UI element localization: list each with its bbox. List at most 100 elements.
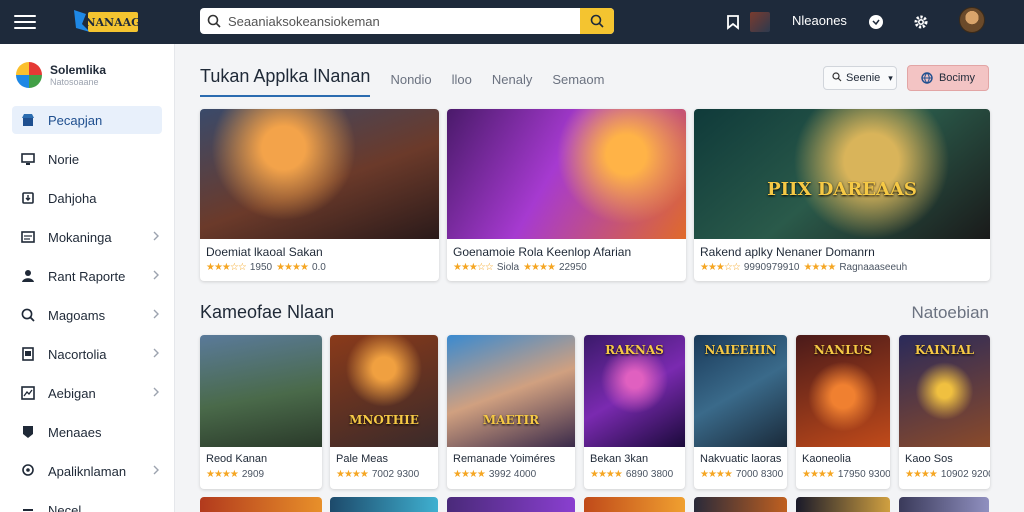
user-name[interactable]: Nleaones (792, 13, 847, 28)
chevron-right-icon (152, 386, 162, 400)
app-card[interactable]: RAKNAS Bekan 3kan ★★★★ 6890 3800 (584, 335, 685, 489)
brand-subtitle: Natosoaane (50, 77, 99, 87)
next-row-card[interactable] (796, 497, 890, 512)
card-meta-left: 1950 (249, 262, 273, 273)
card-title: Kaoo Sos (905, 453, 953, 465)
gear-icon[interactable] (910, 11, 932, 33)
list-icon (20, 229, 36, 245)
chevron-right-icon (152, 269, 162, 283)
sidebar-item-11[interactable]: Necel (12, 496, 162, 512)
next-row-card[interactable] (694, 497, 787, 512)
primary-action-button[interactable]: Bocimy (907, 65, 989, 91)
thumbnail-title: MAETIR (482, 413, 540, 427)
sidebar-item-5[interactable]: Rant Raporte (12, 262, 162, 290)
thumbnail-title: NANLUS (813, 343, 873, 357)
tab-4[interactable]: Nenaly (492, 72, 532, 97)
featured-card[interactable]: Goenamoie Rola Keenlop Afarian ★★★☆☆ Siola… (447, 109, 686, 281)
sidebar-item-1[interactable]: Pecapjan (12, 106, 162, 134)
featured-row: Doemiat lkaoal Sakan ★★★☆☆ 1950 ★★★★ 0.0 Goen… (200, 109, 990, 281)
app-thumbnail: NAIEEHIN (694, 335, 787, 447)
card-title: Bekan 3kan (590, 453, 649, 465)
download-icon (20, 190, 36, 206)
tab-3[interactable]: lloo (452, 72, 472, 97)
search-button[interactable] (580, 8, 614, 34)
tab-bar: Tukan Applka lNanan Nondio lloo Nenaly Semao… (200, 66, 604, 97)
person-icon (20, 268, 36, 284)
thumbnail-title: NAIEEHIN (704, 343, 777, 357)
sidebar-item-7[interactable]: Nacortolia (12, 340, 162, 368)
rating-stars-icon: ★★★★ (276, 262, 309, 273)
app-card[interactable]: KAINIAL Kaoo Sos ★★★★ 10902 9200 (899, 335, 990, 489)
card-meta-value: 10902 9200 (940, 469, 990, 480)
chat-icon[interactable] (865, 11, 887, 33)
app-thumbnail: KAINIAL (899, 335, 990, 447)
section-see-all-link[interactable]: Natoebian (911, 303, 989, 323)
section-title: Kameofae Nlaan (200, 302, 335, 322)
sidebar-item-label: Aebigan (48, 385, 96, 401)
bookmark-icon[interactable] (722, 11, 744, 33)
featured-thumbnail (200, 109, 439, 239)
next-row-card[interactable] (200, 497, 322, 512)
tab-1[interactable]: Tukan Applka lNanan (200, 66, 371, 97)
next-row-card[interactable] (899, 497, 989, 512)
card-meta: ★★★★ 10902 9200 (905, 469, 990, 480)
sidebar-item-3[interactable]: Dahjoha (12, 184, 162, 212)
card-title: Rakend aplky Nenaner Domanrn (700, 245, 875, 259)
sidebar-item-label: Pecapjan (48, 112, 103, 128)
app-card[interactable]: MAETIR Remanade Yoiméres ★★★★ 3992 4000 (447, 335, 575, 489)
card-meta: ★★★☆☆ Siola ★★★★ 22950 (453, 262, 587, 273)
app-card[interactable]: MNOTHIE Pale Meas ★★★★ 7002 9300 (330, 335, 438, 489)
primary-button-label: Bocimy (938, 72, 976, 84)
featured-thumbnail (447, 109, 686, 239)
card-meta-right: 22950 (558, 262, 587, 273)
sidebar-item-10[interactable]: Apaliknlaman (12, 457, 162, 485)
sidebar-item-label: Apaliknlaman (48, 463, 127, 479)
featured-card[interactable]: PIIX DAREAAS Rakend aplky Nenaner Domanrn… (694, 109, 990, 281)
menu-icon[interactable] (14, 11, 36, 33)
sidebar-item-label: Magoams (48, 307, 106, 323)
sidebar-item-label: Rant Raporte (48, 268, 126, 284)
tab-5[interactable]: Semaom (552, 72, 604, 97)
app-logo[interactable]: NANAAG (72, 6, 140, 36)
sidebar-item-8[interactable]: Aebigan (12, 379, 162, 407)
tab-2[interactable]: Nondio (390, 72, 431, 97)
sidebar-item-label: Dahjoha (48, 190, 97, 206)
avatar[interactable] (959, 7, 985, 33)
next-row-card[interactable] (447, 497, 575, 512)
search-input[interactable] (228, 13, 580, 29)
app-thumbnail: NANLUS (796, 335, 890, 447)
rating-stars-icon: ★★★★ (523, 262, 556, 273)
thumbnail-title: PIIX DAREAAS (767, 179, 917, 200)
app-thumbnail (200, 335, 322, 447)
card-meta: ★★★☆☆ 9990979910 ★★★★ Ragnaaaseeuh (700, 262, 907, 273)
sidebar-item-label: Mokaninga (48, 229, 112, 245)
card-title: Nakvuatic laoras (700, 453, 782, 465)
next-row-card[interactable] (584, 497, 685, 512)
card-meta: ★★★☆☆ 1950 ★★★★ 0.0 (206, 262, 326, 273)
card-meta: ★★★★ 7000 8300 (700, 469, 783, 480)
brand-logo-icon (16, 62, 42, 88)
card-meta-right: 0.0 (311, 262, 326, 273)
sidebar: Solemlika Natosoaane Pecapjan Norie Dahjoh… (0, 44, 175, 512)
thumbnail-title: RAKNAS (605, 343, 664, 357)
sidebar-brand[interactable]: Solemlika Natosoaane (16, 62, 106, 88)
game-thumbnail-icon[interactable] (750, 12, 770, 32)
sidebar-item-2[interactable]: Norie (12, 145, 162, 173)
app-card[interactable]: Reod Kanan ★★★★ 2909 (200, 335, 322, 489)
card-meta-value: 17950 9300 (837, 469, 890, 480)
location-icon (20, 463, 36, 479)
featured-card[interactable]: Doemiat lkaoal Sakan ★★★☆☆ 1950 ★★★★ 0.0 (200, 109, 439, 281)
app-card[interactable]: NAIEEHIN Nakvuatic laoras ★★★★ 7000 8300 (694, 335, 787, 489)
sidebar-item-4[interactable]: Mokaninga (12, 223, 162, 251)
filter-dropdown[interactable]: Seenie ▾ (823, 66, 897, 90)
featured-thumbnail: PIIX DAREAAS (694, 109, 990, 239)
app-card[interactable]: NANLUS Kaoneolia ★★★★ 17950 9300 (796, 335, 890, 489)
sort-icon (832, 71, 842, 85)
sidebar-item-9[interactable]: Menaaes (12, 418, 162, 446)
minus-icon (20, 502, 36, 512)
store-icon (20, 112, 36, 128)
app-thumbnail: RAKNAS (584, 335, 685, 447)
sidebar-item-label: Nacortolia (48, 346, 107, 362)
next-row-card[interactable] (330, 497, 438, 512)
sidebar-item-6[interactable]: Magoams (12, 301, 162, 329)
